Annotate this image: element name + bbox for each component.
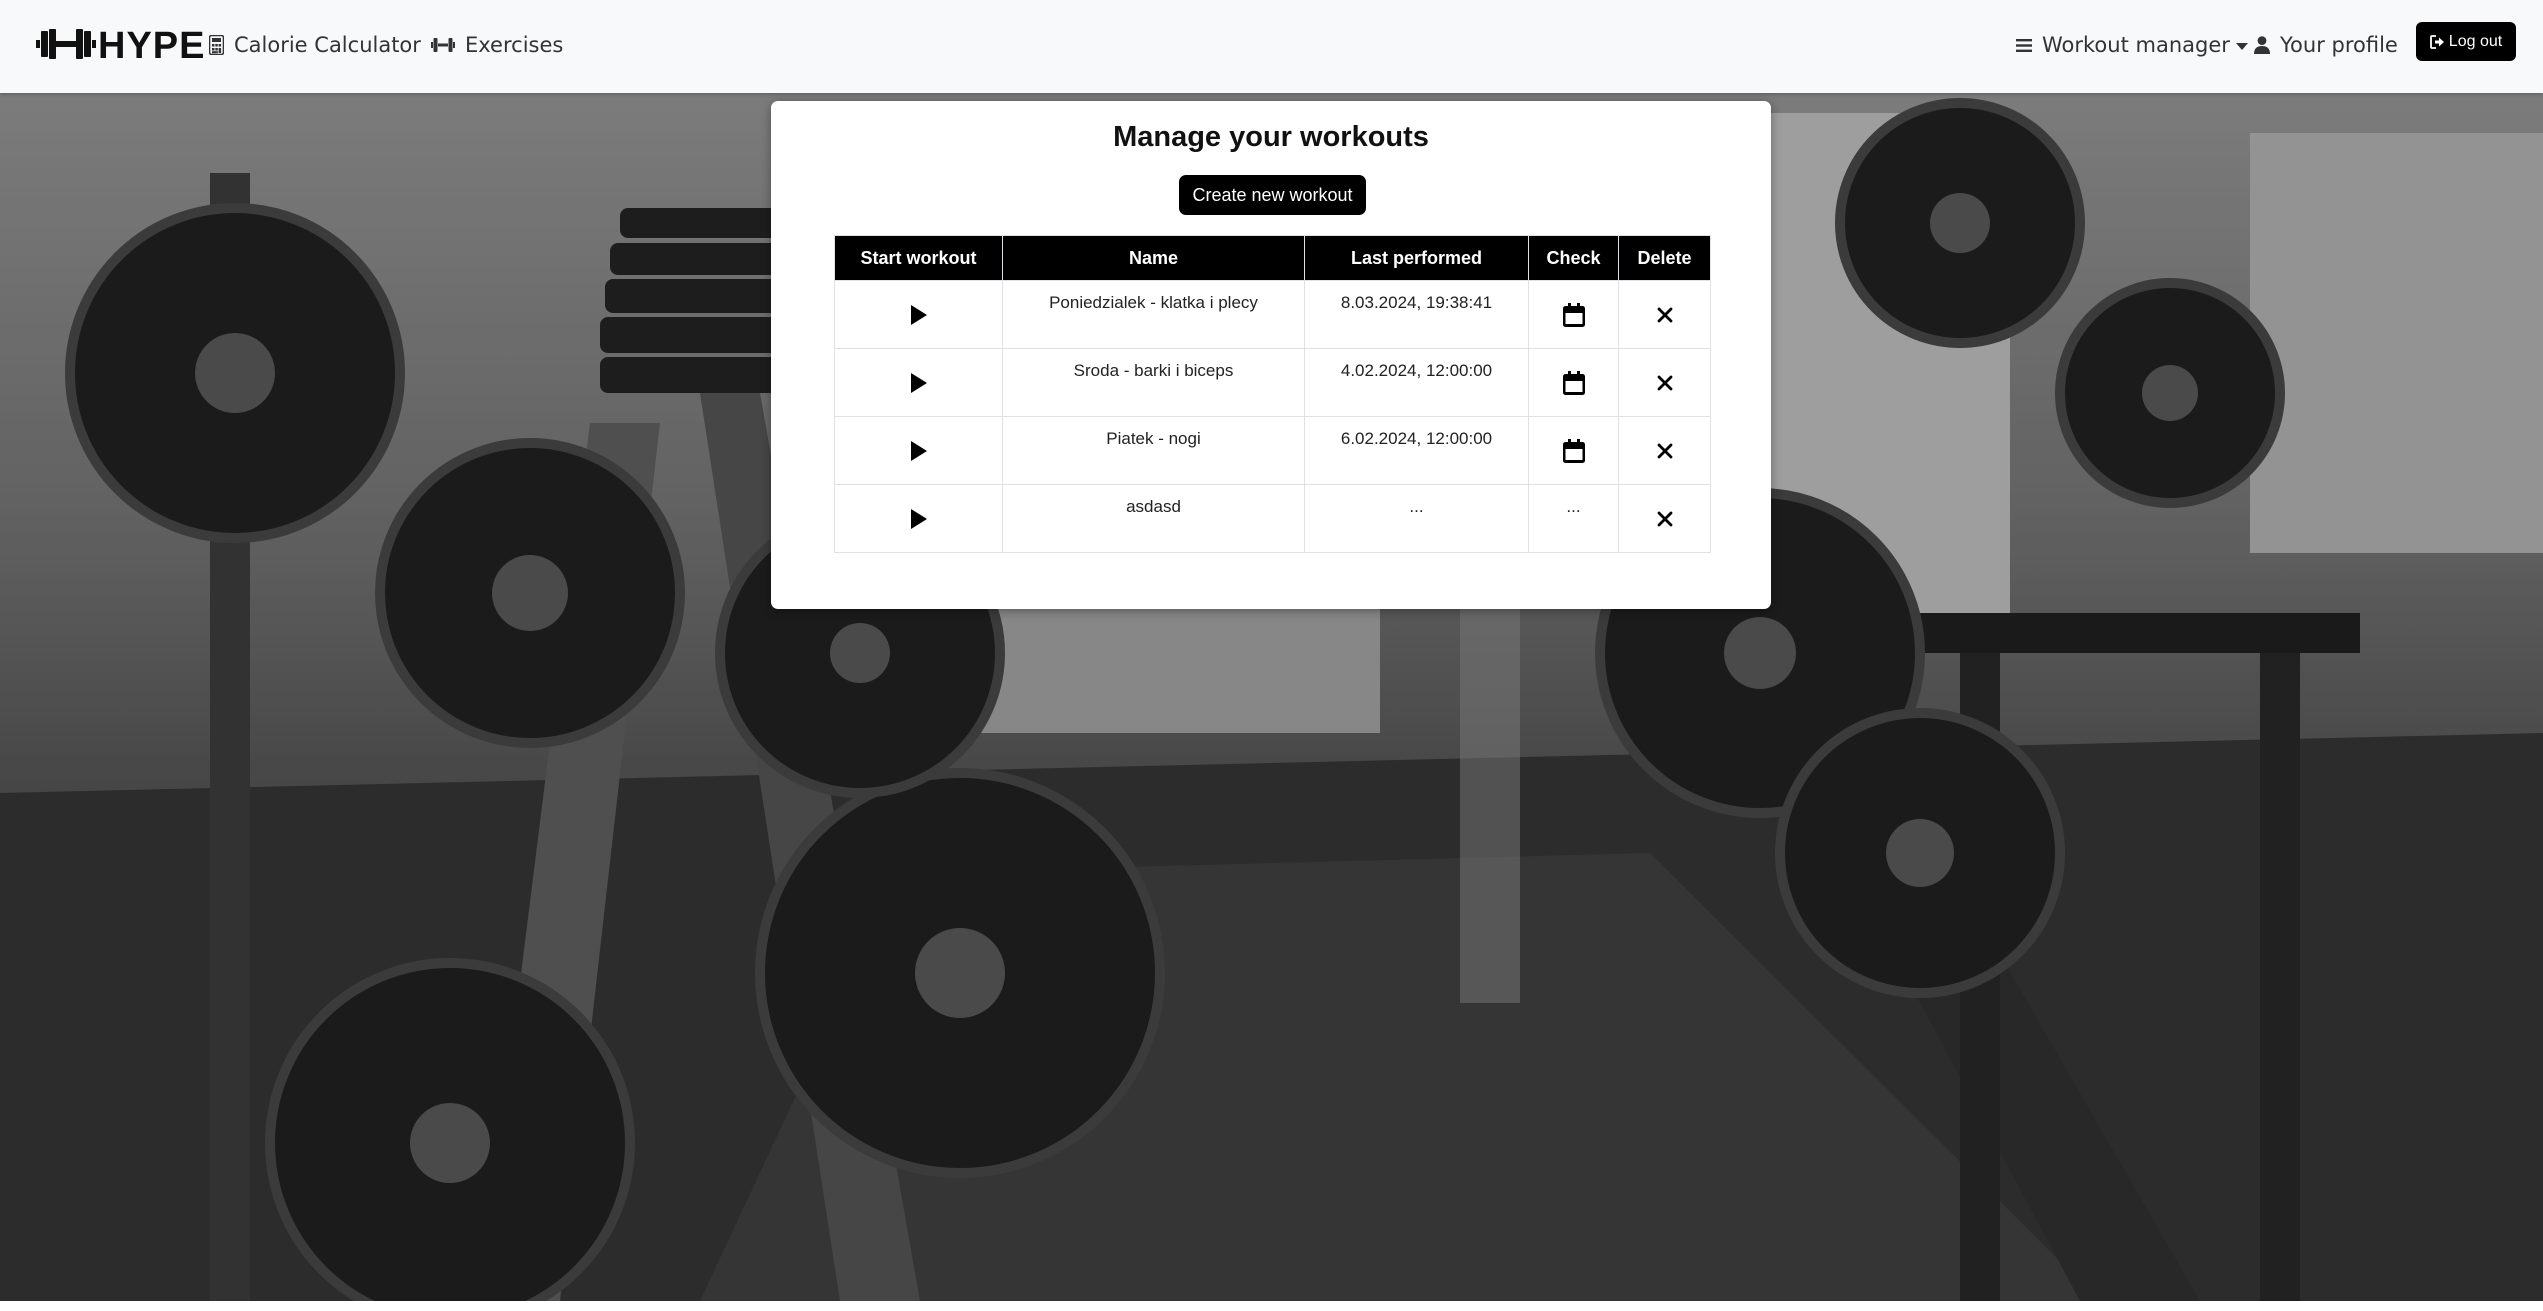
column-header-start: Start workout xyxy=(834,235,1003,281)
workout-name: Sroda - barki i biceps xyxy=(1073,361,1234,380)
play-icon[interactable] xyxy=(835,485,1002,552)
page-bottom-edge xyxy=(0,1301,2543,1311)
nav-workout-manager-dropdown[interactable]: Workout manager xyxy=(2016,28,2248,62)
calendar-icon[interactable] xyxy=(1529,349,1618,416)
dumbbell-icon xyxy=(431,37,455,53)
play-icon[interactable] xyxy=(835,281,1002,348)
workout-last-performed: 4.02.2024, 12:00:00 xyxy=(1340,361,1493,380)
calendar-icon[interactable] xyxy=(1529,281,1618,348)
column-header-name: Name xyxy=(1002,235,1305,281)
nav-your-profile[interactable]: Your profile xyxy=(2254,28,2398,62)
brand-logo[interactable]: HYPE xyxy=(36,24,205,68)
workout-name: Piatek - nogi xyxy=(1106,429,1201,448)
brand-name: HYPE xyxy=(98,24,206,67)
sign-out-icon xyxy=(2429,34,2445,49)
logout-button[interactable]: Log out xyxy=(2416,22,2516,61)
nav-exercises[interactable]: Exercises xyxy=(431,28,563,62)
nav-exercises-label: Exercises xyxy=(465,33,564,57)
nav-your-profile-label: Your profile xyxy=(2280,33,2398,57)
dumbbell-logo-icon xyxy=(36,26,96,67)
table-header-row: Start workout Name Last performed Check … xyxy=(834,235,1711,281)
page-title: Manage your workouts xyxy=(1113,121,1429,153)
workout-last-performed: 6.02.2024, 12:00:00 xyxy=(1340,429,1493,448)
close-icon[interactable] xyxy=(1619,281,1710,348)
column-header-last-performed: Last performed xyxy=(1304,235,1529,281)
table-row: asdasd ... ... xyxy=(834,484,1711,553)
play-icon[interactable] xyxy=(835,417,1002,484)
logout-label: Log out xyxy=(2448,32,2503,50)
workouts-card: Manage your workouts Create new workout … xyxy=(771,101,1771,609)
check-placeholder: ... xyxy=(1566,497,1581,516)
nav-workout-manager-label: Workout manager xyxy=(2042,33,2230,57)
table-row: Piatek - nogi 6.02.2024, 12:00:00 xyxy=(834,416,1711,485)
close-icon[interactable] xyxy=(1619,485,1710,552)
column-header-check: Check xyxy=(1528,235,1619,281)
table-row: Sroda - barki i biceps 4.02.2024, 12:00:… xyxy=(834,348,1711,417)
close-icon[interactable] xyxy=(1619,349,1710,416)
user-icon xyxy=(2254,36,2270,54)
chevron-down-icon xyxy=(2235,42,2248,50)
close-icon[interactable] xyxy=(1619,417,1710,484)
bars-icon xyxy=(2016,38,2032,53)
workout-name: asdasd xyxy=(1126,497,1181,516)
workout-name: Poniedzialek - klatka i plecy xyxy=(1049,293,1258,312)
play-icon[interactable] xyxy=(835,349,1002,416)
workouts-table: Start workout Name Last performed Check … xyxy=(834,235,1711,553)
table-row: Poniedzialek - klatka i plecy 8.03.2024,… xyxy=(834,280,1711,349)
create-workout-button[interactable]: Create new workout xyxy=(1179,175,1366,215)
column-header-delete: Delete xyxy=(1618,235,1711,281)
workout-last-performed: ... xyxy=(1409,497,1424,516)
nav-calorie-calculator[interactable]: Calorie Calculator xyxy=(209,28,421,62)
workout-last-performed: 8.03.2024, 19:38:41 xyxy=(1340,293,1493,312)
top-navbar: HYPE Calorie Calculator Exercises Workou… xyxy=(0,0,2543,93)
calendar-icon[interactable] xyxy=(1529,417,1618,484)
nav-calorie-calculator-label: Calorie Calculator xyxy=(234,33,421,57)
calculator-icon xyxy=(209,35,224,55)
